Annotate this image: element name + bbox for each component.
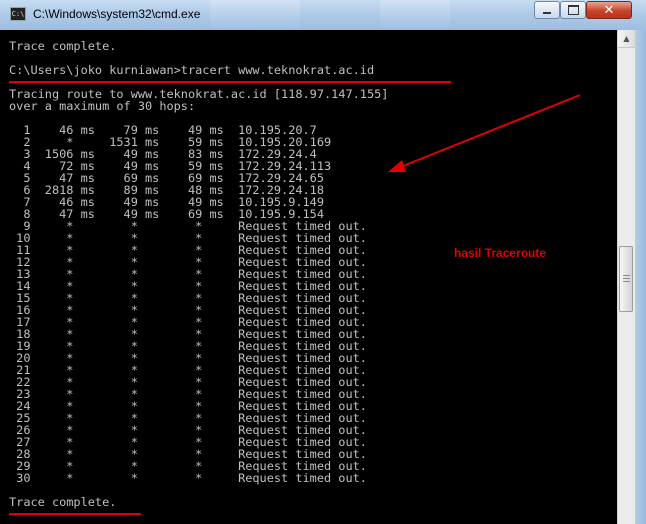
- close-button[interactable]: ✕: [586, 1, 632, 19]
- maximize-button[interactable]: [560, 1, 586, 19]
- grip-line: [623, 281, 630, 282]
- maximize-icon: [567, 5, 579, 15]
- annotation-label: hasil Traceroute: [454, 246, 547, 260]
- scroll-up-arrow-icon[interactable]: ▲: [618, 30, 635, 48]
- window-titlebar[interactable]: C:\ C:\Windows\system32\cmd.exe ✕: [0, 0, 646, 31]
- minimize-button[interactable]: [534, 1, 560, 19]
- console-output: Trace complete. C:\Users\joko kurniawan>…: [9, 39, 389, 509]
- window-title: C:\Windows\system32\cmd.exe: [33, 7, 201, 21]
- close-icon: ✕: [603, 2, 615, 18]
- background-window-ghost: [210, 0, 300, 28]
- annotation-underline-command: [9, 81, 451, 83]
- console-area[interactable]: Trace complete. C:\Users\joko kurniawan>…: [0, 30, 617, 524]
- cmd-icon[interactable]: C:\: [10, 7, 26, 21]
- grip-line: [623, 275, 630, 276]
- scrollbar-thumb[interactable]: [619, 246, 633, 312]
- vertical-scrollbar[interactable]: ▲: [617, 30, 635, 524]
- window-frame-right: [635, 30, 646, 524]
- minimize-icon: [543, 12, 551, 14]
- background-window-ghost: [380, 0, 450, 28]
- annotation-underline-complete: [9, 513, 141, 515]
- grip-line: [623, 278, 630, 279]
